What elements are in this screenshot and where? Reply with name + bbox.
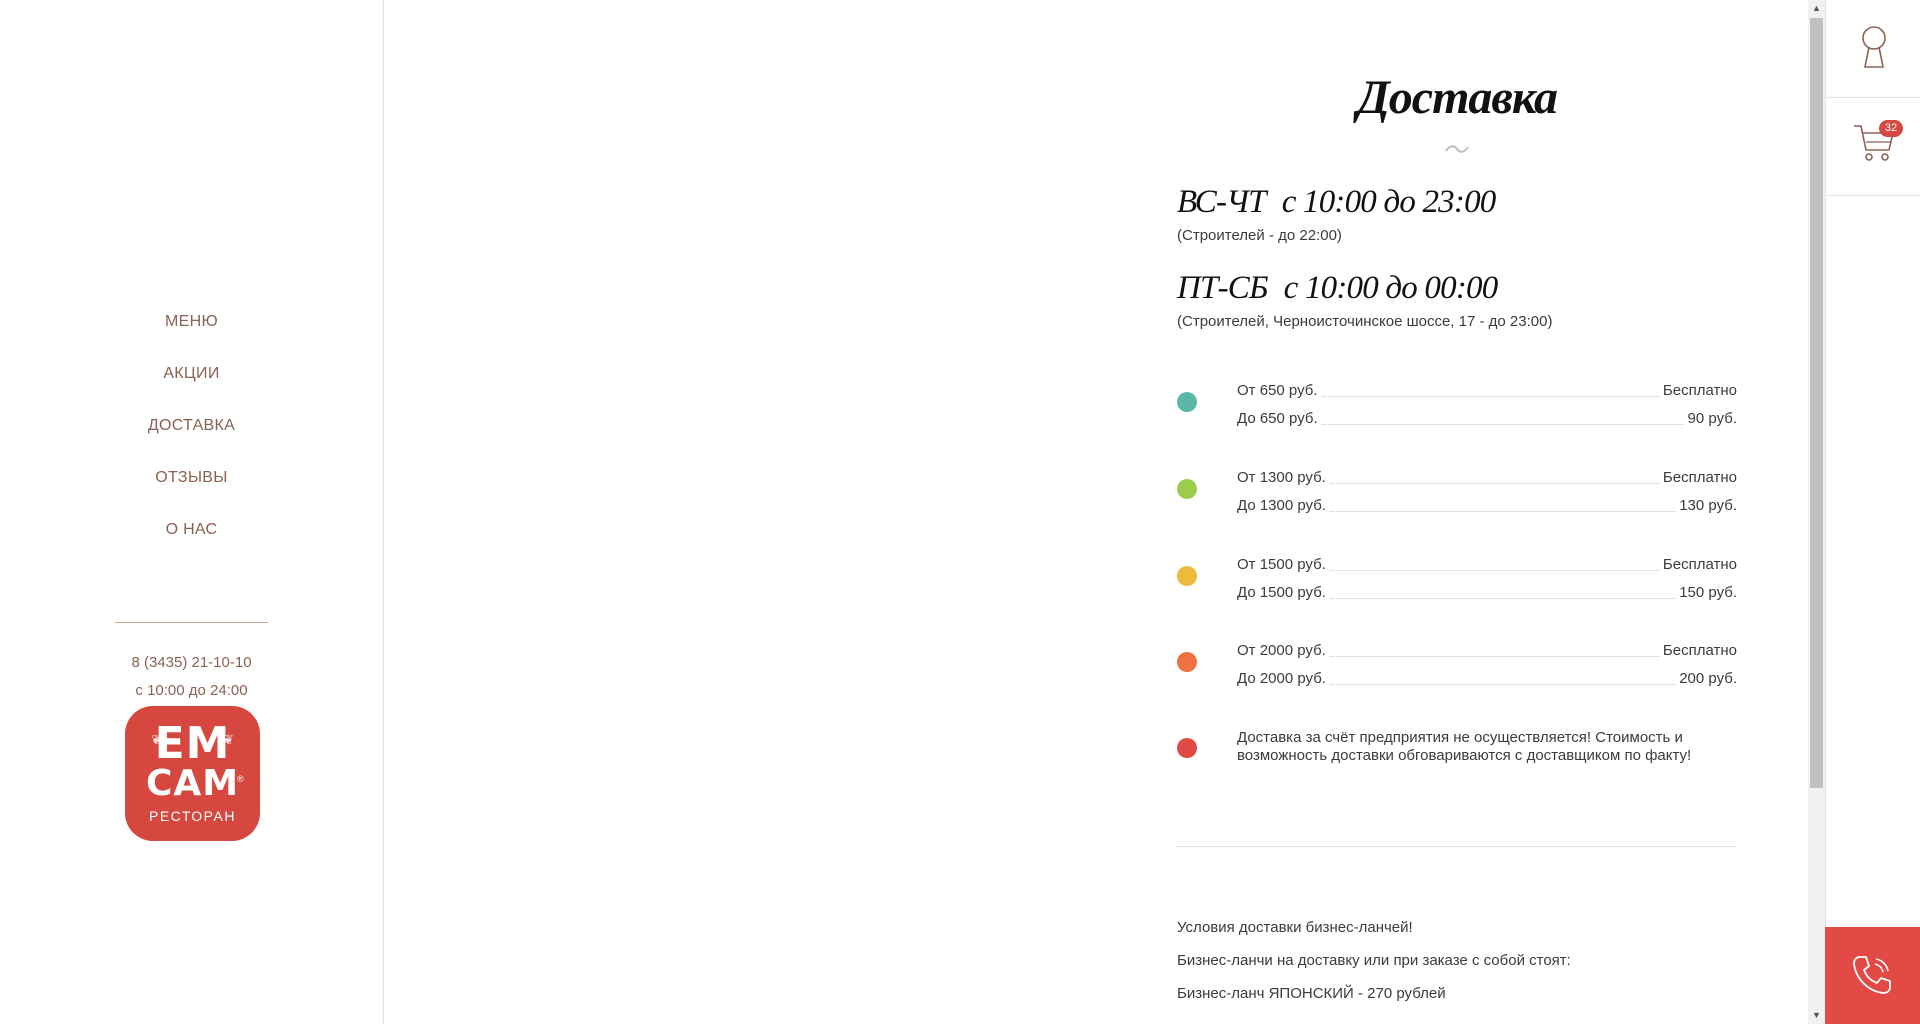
schedule-time: с 10:00 до 00:00 bbox=[1283, 270, 1499, 306]
contact-hours: с 10:00 до 24:00 bbox=[135, 682, 248, 699]
tier-row-label: До 1500 руб. bbox=[1237, 584, 1330, 601]
delivery-tier: От 2000 руб. Бесплатно До 2000 руб. 200 ру… bbox=[1177, 637, 1737, 693]
schedule-weekday: ВС-ЧТ с 10:00 до 23:00 bbox=[1177, 184, 1497, 221]
tier-row-value: 150 руб. bbox=[1675, 584, 1737, 601]
cart-count-badge: 32 bbox=[1879, 120, 1903, 137]
tier-row-value: 200 руб. bbox=[1675, 670, 1737, 687]
restaurant-logo[interactable]: ❦ ❦ EM CAM ® РЕСТОРАН bbox=[125, 706, 260, 841]
tier-row: От 2000 руб. Бесплатно bbox=[1237, 642, 1737, 662]
tier-dot-icon bbox=[1177, 479, 1197, 499]
tier-row-value: 90 руб. bbox=[1683, 410, 1737, 427]
business-lunch-heading: Условия доставки бизнес-ланчей! bbox=[1177, 919, 1413, 936]
keyhole-icon bbox=[1862, 26, 1886, 68]
tier-row-label: До 650 руб. bbox=[1237, 410, 1322, 427]
nav-item-about[interactable]: О НАС bbox=[0, 516, 383, 568]
tier-row-label: До 1300 руб. bbox=[1237, 497, 1330, 514]
phone-icon bbox=[1853, 956, 1891, 994]
logo-line-1: EM bbox=[154, 718, 231, 769]
tier-dot-icon bbox=[1177, 738, 1197, 758]
business-lunch-item: Бизнес-ланч ЯПОНСКИЙ - 270 рублей bbox=[1177, 985, 1446, 1002]
tier-row-label: От 1300 руб. bbox=[1237, 469, 1330, 486]
schedule-days: ВС-ЧТ bbox=[1177, 184, 1267, 220]
schedule-note: (Строителей - до 22:00) bbox=[1177, 227, 1342, 244]
tier-row-label: От 1500 руб. bbox=[1237, 556, 1330, 573]
logo-line-2: CAM bbox=[145, 763, 240, 804]
tier-row: До 1500 руб. 150 руб. bbox=[1237, 584, 1737, 604]
tier-dot-icon bbox=[1177, 566, 1197, 586]
nav-item-promotions[interactable]: АКЦИИ bbox=[0, 360, 383, 412]
logo-registered-mark: ® bbox=[237, 774, 244, 784]
schedule-time: с 10:00 до 23:00 bbox=[1281, 184, 1497, 220]
contact-phone[interactable]: 8 (3435) 21-10-10 bbox=[0, 654, 383, 671]
business-lunch-text: Бизнес-ланчи на доставку или при заказе … bbox=[1177, 952, 1571, 969]
delivery-tier: От 1500 руб. Бесплатно До 1500 руб. 150 ру… bbox=[1177, 551, 1737, 607]
sidebar-divider bbox=[115, 622, 268, 623]
tier-row-value: Бесплатно bbox=[1658, 382, 1737, 399]
tier-dot-icon bbox=[1177, 392, 1197, 412]
tier-row-value: 130 руб. bbox=[1675, 497, 1737, 514]
nav-item-reviews[interactable]: ОТЗЫВЫ bbox=[0, 464, 383, 516]
tier-row: От 1300 руб. Бесплатно bbox=[1237, 469, 1737, 489]
delivery-note: Доставка за счёт предприятия не осуществ… bbox=[1177, 723, 1737, 779]
tier-row-value: Бесплатно bbox=[1658, 469, 1737, 486]
scrollbar[interactable]: ▲ ▼ bbox=[1808, 0, 1825, 1024]
schedule-days: ПТ-СБ bbox=[1177, 270, 1268, 306]
tier-row: До 2000 руб. 200 руб. bbox=[1237, 670, 1737, 690]
scrollbar-thumb[interactable] bbox=[1810, 18, 1823, 788]
tier-row-value: Бесплатно bbox=[1658, 556, 1737, 573]
cart-button[interactable] bbox=[1826, 98, 1920, 196]
delivery-tier: От 1300 руб. Бесплатно До 1300 руб. 130 ру… bbox=[1177, 464, 1737, 520]
schedule-note: (Строителей, Черноисточинское шоссе, 17 … bbox=[1177, 313, 1553, 330]
left-sidebar: МЕНЮ АКЦИИ ДОСТАВКА ОТЗЫВЫ О НАС 8 (3435… bbox=[0, 0, 384, 1024]
call-button[interactable] bbox=[1825, 927, 1920, 1024]
tier-row: От 650 руб. Бесплатно bbox=[1237, 382, 1737, 402]
logo-subtitle: РЕСТОРАН bbox=[149, 808, 236, 824]
nav-item-menu[interactable]: МЕНЮ bbox=[0, 308, 383, 360]
tier-dot-icon bbox=[1177, 652, 1197, 672]
scroll-down-arrow-icon[interactable]: ▼ bbox=[1808, 1007, 1825, 1024]
right-rail: 32 bbox=[1825, 0, 1920, 1024]
tier-row: До 650 руб. 90 руб. bbox=[1237, 410, 1737, 430]
schedule-weekend: ПТ-СБ с 10:00 до 00:00 bbox=[1177, 270, 1499, 307]
main-nav: МЕНЮ АКЦИИ ДОСТАВКА ОТЗЫВЫ О НАС bbox=[0, 308, 383, 568]
tier-row-label: До 2000 руб. bbox=[1237, 670, 1330, 687]
tilde-ornament-icon bbox=[1177, 138, 1737, 161]
tier-row: До 1300 руб. 130 руб. bbox=[1237, 497, 1737, 517]
page-title: Доставка bbox=[1356, 71, 1558, 124]
delivery-tier: От 650 руб. Бесплатно До 650 руб. 90 руб. bbox=[1177, 377, 1737, 433]
nav-item-delivery[interactable]: ДОСТАВКА bbox=[0, 412, 383, 464]
content-divider bbox=[1177, 846, 1737, 847]
tier-row: От 1500 руб. Бесплатно bbox=[1237, 556, 1737, 576]
login-button[interactable] bbox=[1826, 0, 1920, 98]
delivery-note-text: Доставка за счёт предприятия не осуществ… bbox=[1237, 729, 1692, 764]
tier-row-label: От 650 руб. bbox=[1237, 382, 1322, 399]
scroll-up-arrow-icon[interactable]: ▲ bbox=[1808, 0, 1825, 17]
tier-row-label: От 2000 руб. bbox=[1237, 642, 1330, 659]
tier-row-value: Бесплатно bbox=[1658, 642, 1737, 659]
